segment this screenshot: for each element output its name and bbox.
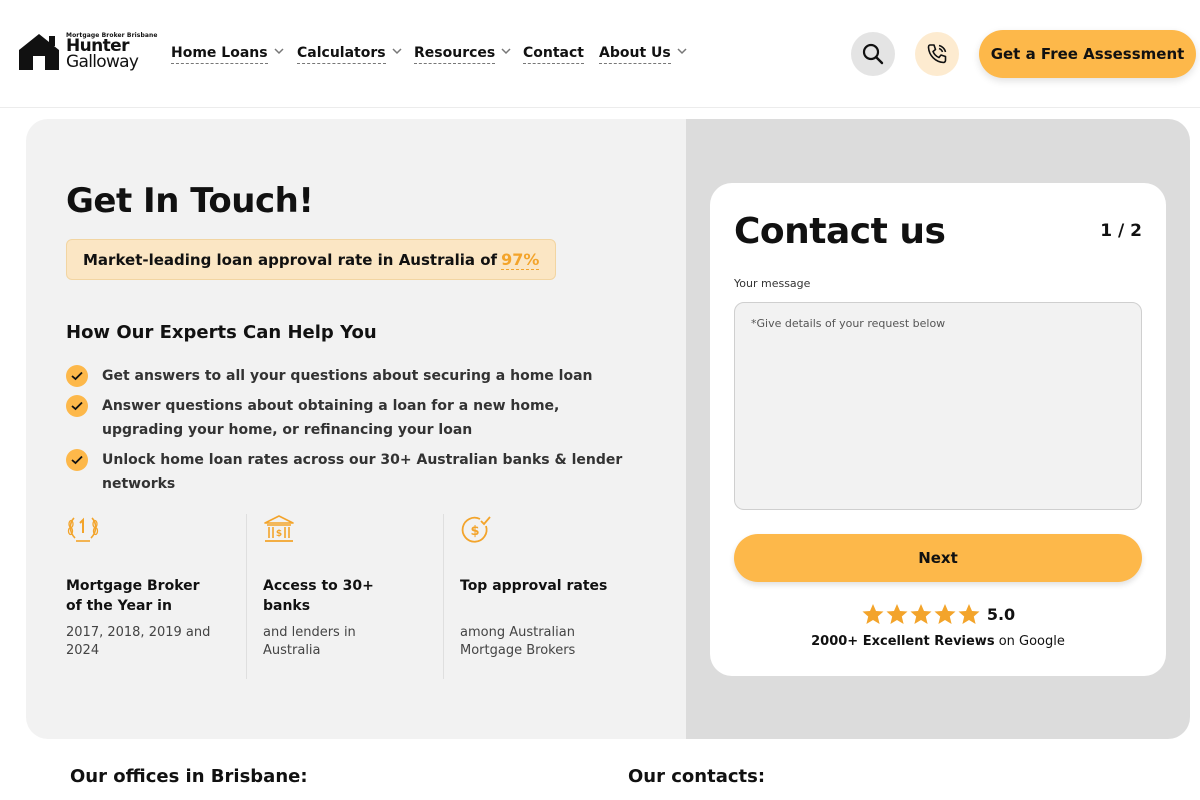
nav-resources[interactable]: Resources <box>414 45 511 69</box>
nav-about-us[interactable]: About Us <box>599 45 687 69</box>
rating-value: 5.0 <box>986 604 1016 624</box>
form-panel: Contact us 1 / 2 Your message Next 5.0 2… <box>686 119 1190 739</box>
search-icon <box>862 43 884 65</box>
stat-award: Mortgage Broker of the Year in 2017, 201… <box>66 514 236 679</box>
rating-row: 5.0 <box>710 603 1166 625</box>
svg-text:$: $ <box>276 529 282 539</box>
stat-sub: 2017, 2018, 2019 and 2024 <box>66 625 211 658</box>
logo-wordmark-2: Galloway <box>66 52 139 72</box>
contact-section: Get In Touch! Market-leading loan approv… <box>26 119 1190 739</box>
nav-calculators[interactable]: Calculators <box>297 45 402 69</box>
reviews-source: on Google <box>998 634 1065 649</box>
stat-sub: among Australian Mortgage Brokers <box>460 625 576 658</box>
nav-label: Home Loans <box>171 45 268 64</box>
nav-label: Calculators <box>297 45 386 64</box>
help-heading: How Our Experts Can Help You <box>66 322 377 343</box>
form-title: Contact us <box>734 211 946 252</box>
bank-icon: $ <box>264 515 294 542</box>
nav-home-loans[interactable]: Home Loans <box>171 45 284 69</box>
info-panel: Get In Touch! Market-leading loan approv… <box>26 119 686 739</box>
stat-approval: $ Top approval rates among Australian Mo… <box>460 514 640 679</box>
benefit-item: Unlock home loan rates across our 30+ Au… <box>66 448 642 496</box>
site-header: Mortgage Broker Brisbane Hunter Galloway… <box>0 0 1200 108</box>
free-assessment-button[interactable]: Get a Free Assessment <box>979 30 1196 78</box>
form-step-indicator: 1 / 2 <box>1100 221 1142 241</box>
offices-heading: Our offices in Brisbane: <box>70 766 308 787</box>
page-title: Get In Touch! <box>66 181 314 221</box>
nav-label: Resources <box>414 45 496 64</box>
phone-button[interactable] <box>915 32 959 76</box>
stat-title: Access to 30+ banks <box>263 578 374 614</box>
stat-banks: $ Access to 30+ banks and lenders in Aus… <box>263 514 433 679</box>
benefit-text: Get answers to all your questions about … <box>102 368 593 384</box>
chevron-down-icon <box>392 48 402 55</box>
nav-label: About Us <box>599 45 671 64</box>
svg-text:$: $ <box>470 524 479 539</box>
benefit-text: Answer questions about obtaining a loan … <box>102 398 560 438</box>
star-icon <box>934 604 956 624</box>
star-icon <box>862 604 884 624</box>
reviews-summary[interactable]: 2000+ Excellent Reviews on Google <box>710 634 1166 649</box>
stat-title: Mortgage Broker of the Year in <box>66 578 200 614</box>
benefit-item: Answer questions about obtaining a loan … <box>66 394 642 442</box>
search-button[interactable] <box>851 32 895 76</box>
benefit-text: Unlock home loan rates across our 30+ Au… <box>102 452 623 492</box>
chevron-down-icon <box>501 48 511 55</box>
phone-icon <box>927 44 947 64</box>
house-logo-icon <box>19 34 59 70</box>
approval-dollar-icon: $ <box>461 516 491 543</box>
logo[interactable]: Mortgage Broker Brisbane Hunter Galloway <box>19 32 157 74</box>
stat-divider <box>246 514 247 679</box>
nav-label: Contact <box>523 45 584 64</box>
badge-value[interactable]: 97% <box>501 250 540 270</box>
message-textarea[interactable] <box>734 302 1142 510</box>
stat-title: Top approval rates <box>460 578 608 594</box>
chevron-down-icon <box>274 48 284 55</box>
chevron-down-icon <box>677 48 687 55</box>
award-laurel-icon <box>67 517 99 542</box>
check-icon <box>66 449 88 471</box>
approval-rate-badge: Market-leading loan approval rate in Aus… <box>66 239 557 280</box>
nav-contact[interactable]: Contact <box>523 45 584 69</box>
contacts-heading: Our contacts: <box>628 766 766 787</box>
check-icon <box>66 395 88 417</box>
next-button[interactable]: Next <box>734 534 1142 582</box>
star-icon <box>910 604 932 624</box>
star-icon <box>886 604 908 624</box>
reviews-count: 2000+ Excellent Reviews <box>811 634 995 649</box>
message-label: Your message <box>734 277 811 290</box>
star-icon <box>958 604 980 624</box>
stat-sub: and lenders in Australia <box>263 625 356 658</box>
check-icon <box>66 365 88 387</box>
contact-form: Contact us 1 / 2 Your message Next 5.0 2… <box>710 183 1166 676</box>
benefit-item: Get answers to all your questions about … <box>66 364 642 388</box>
badge-text: Market-leading loan approval rate in Aus… <box>83 250 498 269</box>
stat-divider <box>443 514 444 679</box>
